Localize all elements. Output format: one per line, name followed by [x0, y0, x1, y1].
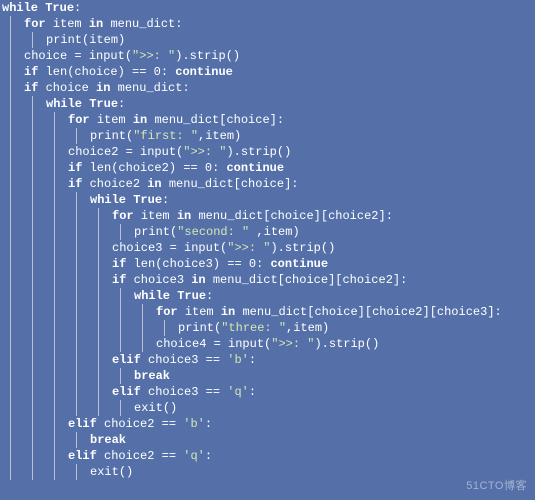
code-line: elif choice2 == 'b': — [2, 416, 535, 432]
code-line: if len(choice2) == 0: continue — [2, 160, 535, 176]
code-line: for item in menu_dict: — [2, 16, 535, 32]
code-line: choice4 = input(">>: ").strip() — [2, 336, 535, 352]
code-line: break — [2, 368, 535, 384]
code-line: if choice in menu_dict: — [2, 80, 535, 96]
code-line: while True: — [2, 96, 535, 112]
code-line: break — [2, 432, 535, 448]
code-line: choice = input(">>: ").strip() — [2, 48, 535, 64]
code-line: for item in menu_dict[choice][choice2][c… — [2, 304, 535, 320]
code-line: while True: — [2, 0, 535, 16]
code-line: elif choice3 == 'q': — [2, 384, 535, 400]
code-line: print("first: ",item) — [2, 128, 535, 144]
code-line: if choice2 in menu_dict[choice]: — [2, 176, 535, 192]
code-line: while True: — [2, 192, 535, 208]
code-line: if len(choice) == 0: continue — [2, 64, 535, 80]
code-line: for item in menu_dict[choice][choice2]: — [2, 208, 535, 224]
code-line: exit() — [2, 400, 535, 416]
code-container: while True:for item in menu_dict:print(i… — [0, 0, 535, 480]
code-line: print("second: " ,item) — [2, 224, 535, 240]
watermark-text: 51CTO博客 — [466, 478, 527, 494]
code-line: choice2 = input(">>: ").strip() — [2, 144, 535, 160]
code-line: print("three: ",item) — [2, 320, 535, 336]
code-line: exit() — [2, 464, 535, 480]
code-line: choice3 = input(">>: ").strip() — [2, 240, 535, 256]
code-line: if len(choice3) == 0: continue — [2, 256, 535, 272]
code-line: print(item) — [2, 32, 535, 48]
code-line: if choice3 in menu_dict[choice][choice2]… — [2, 272, 535, 288]
code-line: for item in menu_dict[choice]: — [2, 112, 535, 128]
code-line: elif choice3 == 'b': — [2, 352, 535, 368]
code-line: elif choice2 == 'q': — [2, 448, 535, 464]
code-line: while True: — [2, 288, 535, 304]
